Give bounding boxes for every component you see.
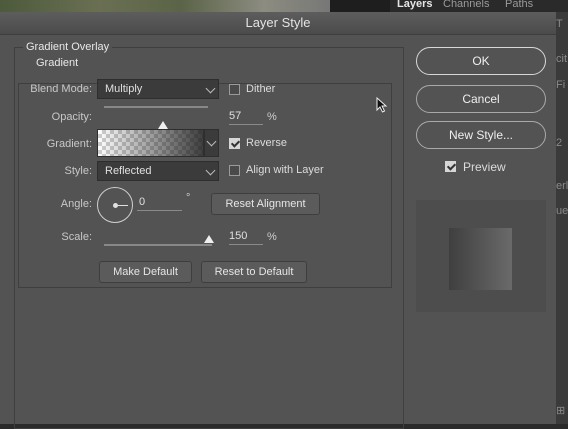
align-with-layer-checkbox[interactable] xyxy=(229,165,240,176)
blend-mode-value: Multiply xyxy=(105,83,143,95)
group-title: Gradient xyxy=(33,57,82,69)
blend-mode-label: Blend Mode: xyxy=(30,83,92,95)
background-glyph: erl xyxy=(556,180,568,192)
scale-slider-track[interactable] xyxy=(104,244,212,246)
opacity-unit: % xyxy=(267,111,277,123)
dither-label: Dither xyxy=(246,83,276,95)
opacity-label: Opacity: xyxy=(51,111,92,123)
opacity-slider-track[interactable] xyxy=(104,106,208,108)
scale-slider-thumb[interactable] xyxy=(204,235,214,243)
panel-tabs: Layers Channels Paths xyxy=(390,0,568,12)
scale-unit: % xyxy=(267,231,277,243)
scale-label: Scale: xyxy=(61,231,92,243)
background-glyph: ⊞ xyxy=(556,405,566,417)
opacity-slider-thumb[interactable] xyxy=(158,121,168,129)
tab-channels[interactable]: Channels xyxy=(443,0,489,10)
chevron-down-icon xyxy=(205,165,216,176)
reverse-checkbox[interactable] xyxy=(229,138,240,149)
align-with-layer-label: Align with Layer xyxy=(246,164,324,176)
gradient-picker-swatch[interactable] xyxy=(97,129,204,157)
angle-input[interactable]: 0 xyxy=(137,196,182,211)
angle-dial[interactable] xyxy=(97,187,133,223)
scale-input[interactable]: 150 xyxy=(229,230,263,245)
gradient-label: Gradient: xyxy=(46,138,92,150)
background-glyph: cit xyxy=(556,53,567,65)
make-default-button[interactable]: Make Default xyxy=(99,261,192,283)
reset-alignment-button[interactable]: Reset Alignment xyxy=(211,193,320,215)
ok-button[interactable]: OK xyxy=(416,47,546,75)
style-value: Reflected xyxy=(105,165,152,177)
angle-dial-center xyxy=(113,203,118,208)
gradient-dropdown-button[interactable] xyxy=(204,129,219,157)
preview-checkbox[interactable] xyxy=(445,161,456,172)
preview-swatch xyxy=(449,228,512,290)
angle-label: Angle: xyxy=(60,198,92,210)
blend-mode-select[interactable]: Multiply xyxy=(97,79,219,99)
background-panel-strip: T cit Fi 2 erl ue/ ⊞ xyxy=(555,12,568,424)
tab-paths[interactable]: Paths xyxy=(505,0,533,10)
reverse-label: Reverse xyxy=(246,137,287,149)
opacity-input[interactable]: 57 xyxy=(229,110,263,125)
preview-label: Preview xyxy=(463,160,506,174)
dither-checkbox[interactable] xyxy=(229,84,240,95)
canvas-dark-strip xyxy=(330,0,390,12)
tab-layers[interactable]: Layers xyxy=(397,0,432,10)
layer-style-dialog: Layer Style Gradient Overlay Gradient Bl… xyxy=(0,12,556,429)
style-label: Style: xyxy=(64,165,92,177)
dialog-title: Layer Style xyxy=(245,15,311,30)
chevron-down-icon xyxy=(205,83,216,94)
section-title: Gradient Overlay xyxy=(23,41,113,53)
background-glyph: Fi xyxy=(556,79,566,91)
new-style-button[interactable]: New Style... xyxy=(416,121,546,149)
background-glyph: T xyxy=(556,18,563,30)
angle-unit: ° xyxy=(186,192,191,204)
cancel-button[interactable]: Cancel xyxy=(416,85,546,113)
style-select[interactable]: Reflected xyxy=(97,161,219,181)
reset-to-default-button[interactable]: Reset to Default xyxy=(201,261,307,283)
background-glyph: 2 xyxy=(556,137,563,149)
dialog-body: Gradient Overlay Gradient Blend Mode: Mu… xyxy=(0,35,556,429)
canvas-image-strip xyxy=(0,0,330,12)
background-glyph: ue/ xyxy=(556,205,568,217)
dialog-titlebar[interactable]: Layer Style xyxy=(0,12,556,35)
chevron-down-icon xyxy=(206,136,217,147)
preview-thumbnail xyxy=(416,200,546,312)
